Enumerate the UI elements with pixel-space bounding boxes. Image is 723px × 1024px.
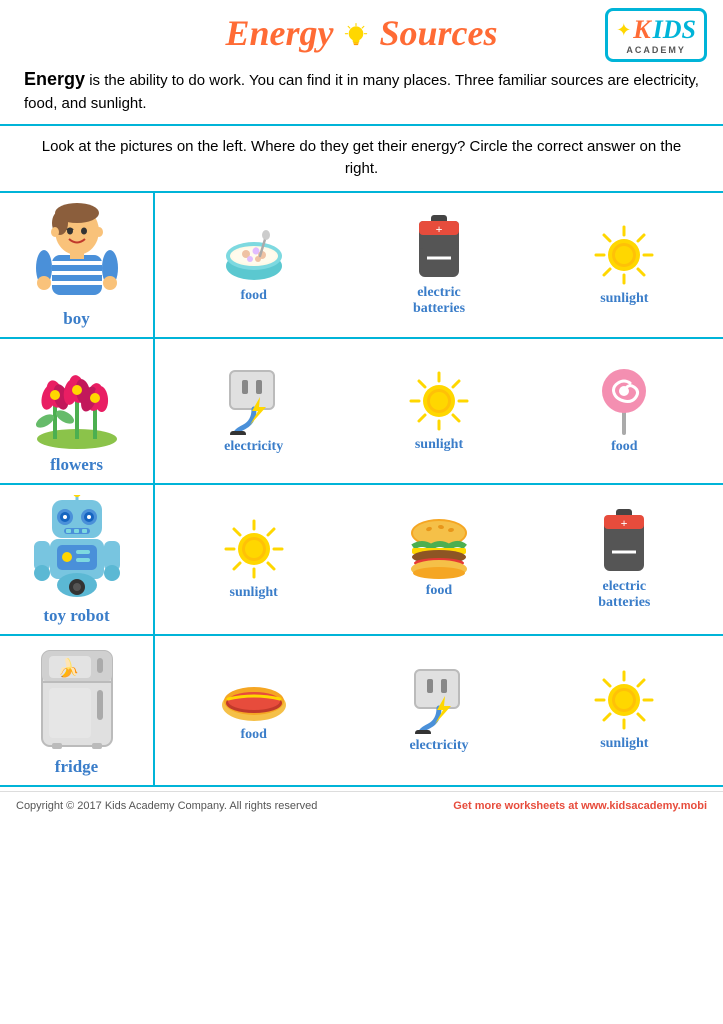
option-battery[interactable]: + electricbatteries (346, 213, 531, 317)
subject-label-flowers: flowers (50, 455, 103, 475)
option-battery-2[interactable]: + electricbatteries (532, 507, 717, 611)
options-cell-flowers: electricity sunlight (155, 339, 723, 485)
hotdog-icon (218, 677, 290, 723)
option-sunlight-4[interactable]: sunlight (532, 668, 717, 752)
option-label-sunlight-2: sunlight (415, 437, 463, 453)
burger-icon (407, 519, 471, 579)
option-food-bowl[interactable]: food (161, 226, 346, 304)
option-label-food-3: food (426, 583, 452, 599)
option-label-sunlight-3: sunlight (230, 585, 278, 601)
option-sunlight-3[interactable]: sunlight (161, 517, 346, 601)
subject-cell-flowers: flowers (0, 339, 155, 485)
footer-copyright: Copyright © 2017 Kids Academy Company. A… (16, 800, 317, 812)
plug-icon-2 (409, 666, 469, 734)
title-sources: Sources (379, 13, 497, 53)
logo-star-icon: ✦ (616, 20, 631, 41)
sun-icon-3 (222, 517, 286, 581)
footer-link[interactable]: Get more worksheets at www.kidsacademy.m… (453, 800, 707, 812)
sun-icon-4 (592, 668, 656, 732)
option-label-food: food (240, 288, 266, 304)
boy-icon (32, 203, 122, 303)
option-label-sunlight-4: sunlight (600, 736, 648, 752)
main-grid: boy food (0, 193, 723, 787)
page-footer: Copyright © 2017 Kids Academy Company. A… (0, 791, 723, 820)
flowers-icon (27, 349, 127, 449)
option-label-sunlight: sunlight (600, 291, 648, 307)
battery-icon-2: + (596, 507, 652, 575)
subject-cell-fridge: 🍌 fridge (0, 636, 155, 787)
option-electricity-2[interactable]: electricity (346, 666, 531, 754)
subject-label-boy: boy (63, 309, 89, 329)
svg-text:+: + (621, 516, 628, 530)
svg-text:🍌: 🍌 (57, 657, 79, 678)
page-title: Energy Sources (225, 12, 497, 54)
options-cell-robot: sunlight (155, 485, 723, 636)
options-cell-boy: food + electricbatteries (155, 193, 723, 339)
battery-icon: + (411, 213, 467, 281)
option-label-electricity-1: electricity (224, 439, 283, 455)
option-food-burger[interactable]: food (346, 519, 531, 599)
lightbulb-icon (342, 23, 370, 51)
svg-text:+: + (436, 222, 443, 236)
lollipop-icon (596, 367, 652, 435)
option-electricity[interactable]: electricity (161, 367, 346, 455)
subject-cell-boy: boy (0, 193, 155, 339)
option-label-food-4: food (240, 727, 266, 743)
intro-body: is the ability to do work. You can find … (24, 72, 699, 112)
logo-ids: IDS (653, 15, 696, 45)
options-cell-fridge: food electricity (155, 636, 723, 787)
option-sunlight[interactable]: sunlight (532, 223, 717, 307)
option-label-batteries: electricbatteries (413, 285, 465, 317)
plug-icon-1 (224, 367, 284, 435)
subject-label-robot: toy robot (43, 606, 109, 626)
logo: ✦ K IDS ACADEMY (605, 8, 707, 62)
title-wrap: Energy Sources (225, 12, 497, 54)
fridge-icon: 🍌 (37, 646, 117, 751)
subject-cell-robot: toy robot (0, 485, 155, 636)
page-header: Energy Sources ✦ K IDS ACADEMY (0, 0, 723, 60)
intro-bold: Energy (24, 69, 85, 89)
option-label-electricity-2: electricity (409, 738, 468, 754)
option-sunlight-2[interactable]: sunlight (346, 369, 531, 453)
title-energy: Energy (225, 13, 342, 53)
logo-row: ✦ K IDS (616, 15, 696, 45)
logo-k: K (633, 15, 650, 45)
sun-icon-2 (407, 369, 471, 433)
intro-text: Energy is the ability to do work. You ca… (0, 60, 723, 126)
robot-icon (32, 495, 122, 600)
subject-label-fridge: fridge (55, 757, 98, 777)
option-label-food-2: food (611, 439, 637, 455)
instructions: Look at the pictures on the left. Where … (0, 126, 723, 193)
food-bowl-icon (222, 226, 286, 284)
option-label-batteries-2: electricbatteries (598, 579, 650, 611)
logo-academy-text: ACADEMY (626, 45, 686, 55)
option-food-hotdog[interactable]: food (161, 677, 346, 743)
option-food-lollipop[interactable]: food (532, 367, 717, 455)
sun-icon-1 (592, 223, 656, 287)
